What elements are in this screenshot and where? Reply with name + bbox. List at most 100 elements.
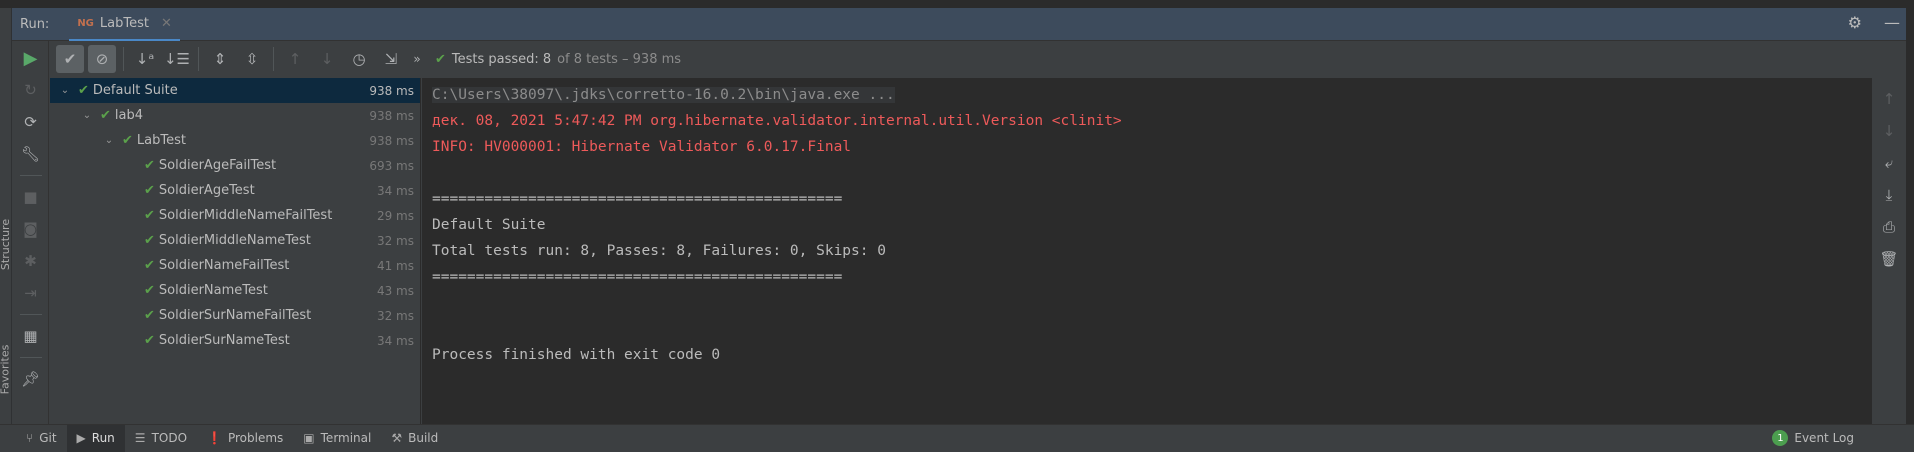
play-icon: ▶ bbox=[76, 431, 86, 445]
passed-count: 8 bbox=[542, 51, 552, 67]
testng-icon: NG bbox=[77, 18, 94, 29]
next-failed-icon[interactable]: ↓ bbox=[313, 45, 341, 73]
layout-icon[interactable]: ▦ bbox=[19, 325, 43, 347]
test-duration: 32 ms bbox=[376, 233, 414, 248]
tool-run[interactable]: ▶ Run bbox=[66, 424, 125, 452]
console-text: C:\Users\38097\.jdks\corretto-16.0.2\bin… bbox=[432, 87, 895, 103]
test-name: SoldierAgeFailTest bbox=[158, 158, 277, 173]
tree-row[interactable]: ⌄ ✔ lab4 938 ms bbox=[50, 103, 420, 128]
run-side-toolbar: ▶ ↻ ⟳ 🔧︎ ■ ◙ ✱ ⇥ ▦ 📌︎ bbox=[13, 41, 49, 424]
run-tab-bar: Run: NG LabTest ✕ bbox=[12, 8, 1906, 42]
favorites-tool-label[interactable]: Favorites bbox=[0, 345, 11, 395]
status-suffix: of 8 tests – 938 ms bbox=[557, 51, 682, 67]
left-tool-strip: Structure Favorites bbox=[0, 8, 12, 424]
collapse-all-icon[interactable]: ⇳ bbox=[238, 45, 266, 73]
test-name: Default Suite bbox=[92, 83, 178, 98]
minimize-icon[interactable]: — bbox=[1884, 13, 1900, 32]
divider bbox=[198, 47, 199, 71]
check-icon: ✔ bbox=[144, 283, 155, 298]
test-duration: 34 ms bbox=[376, 333, 414, 348]
tree-row[interactable]: ✔ SoldierAgeTest 34 ms bbox=[50, 178, 420, 203]
sort-alphabetically-icon[interactable]: ↓ᵃ bbox=[131, 45, 159, 73]
test-name: SoldierMiddleNameTest bbox=[158, 233, 311, 248]
scroll-down-icon[interactable]: ↓ bbox=[1883, 122, 1896, 142]
divider bbox=[19, 314, 42, 315]
chevron-down-icon[interactable]: ⌄ bbox=[80, 110, 94, 121]
show-passed-toggle[interactable]: ✔ bbox=[56, 45, 84, 73]
editor-top-strip bbox=[0, 0, 1914, 8]
tree-row[interactable]: ✔ SoldierNameTest 43 ms bbox=[50, 278, 420, 303]
tool-git[interactable]: ⑂ Git bbox=[16, 425, 67, 452]
tree-row[interactable]: ✔ SoldierNameFailTest 41 ms bbox=[50, 253, 420, 278]
soft-wrap-icon[interactable]: ⤶ bbox=[1885, 154, 1893, 174]
tool-problems[interactable]: ❗ Problems bbox=[197, 425, 293, 452]
toggle-auto-test-icon[interactable]: ⟳ bbox=[19, 111, 43, 133]
show-ignored-toggle[interactable]: ⊘ bbox=[88, 45, 116, 73]
pin-icon[interactable]: 📌︎ bbox=[19, 368, 43, 390]
tab-labtest[interactable]: NG LabTest ✕ bbox=[69, 9, 180, 42]
console-text: дек. 08, 2021 5:47:42 PM org.hibernate.v… bbox=[432, 113, 1122, 129]
console-text: Default Suite bbox=[432, 217, 546, 233]
console-line: Default Suite bbox=[432, 212, 1872, 238]
close-icon[interactable]: ✕ bbox=[161, 16, 172, 31]
check-icon: ✔ bbox=[144, 258, 155, 273]
debug-icon[interactable]: ✱ bbox=[19, 250, 43, 272]
console-text: Total tests run: 8, Passes: 8, Failures:… bbox=[432, 243, 886, 259]
gear-icon[interactable]: ⚙ bbox=[1848, 13, 1862, 32]
rerun-icon[interactable]: ▶ bbox=[19, 47, 43, 69]
stop-icon[interactable]: ■ bbox=[19, 186, 43, 208]
expand-all-icon[interactable]: ⇕ bbox=[206, 45, 234, 73]
check-icon: ✔ bbox=[144, 208, 155, 223]
console-text: INFO: HV000001: Hibernate Validator 6.0.… bbox=[432, 139, 852, 155]
test-duration: 34 ms bbox=[376, 183, 414, 198]
tree-row[interactable]: ✔ SoldierMiddleNameFailTest 29 ms bbox=[50, 203, 420, 228]
chevron-down-icon[interactable]: ⌄ bbox=[102, 135, 116, 146]
previous-failed-icon[interactable]: ↑ bbox=[281, 45, 309, 73]
test-history-icon[interactable]: ◷ bbox=[345, 45, 373, 73]
test-name: SoldierNameFailTest bbox=[158, 258, 290, 273]
rerun-failed-icon[interactable]: ↻ bbox=[19, 79, 43, 101]
test-name: SoldierSurNameFailTest bbox=[158, 308, 312, 323]
tree-row[interactable]: ✔ SoldierMiddleNameTest 32 ms bbox=[50, 228, 420, 253]
console-text: ========================================… bbox=[432, 269, 843, 285]
check-icon: ✔ bbox=[78, 83, 89, 98]
import-tests-icon[interactable]: ⇲ bbox=[377, 45, 405, 73]
list-icon: ☰ bbox=[134, 431, 146, 445]
tab-bar-actions: ⚙ — bbox=[1848, 13, 1900, 32]
sort-by-duration-icon[interactable]: ↓☰ bbox=[163, 45, 191, 73]
exit-icon[interactable]: ⇥ bbox=[19, 282, 43, 304]
camera-icon[interactable]: ◙ bbox=[19, 218, 43, 240]
tree-row[interactable]: ✔ SoldierAgeFailTest 693 ms bbox=[50, 153, 420, 178]
tree-row[interactable]: ⌄ ✔ LabTest 938 ms bbox=[50, 128, 420, 153]
event-log-button[interactable]: 1 Event Log bbox=[1772, 430, 1854, 446]
right-edge bbox=[1906, 0, 1914, 451]
console-output[interactable]: C:\Users\38097\.jdks\corretto-16.0.2\bin… bbox=[422, 78, 1872, 424]
test-name: LabTest bbox=[136, 133, 186, 148]
run-label: Run: bbox=[20, 16, 50, 32]
tree-row[interactable]: ⌄ ✔ Default Suite 938 ms bbox=[50, 78, 420, 103]
test-status: ✔ Tests passed: 8 of 8 tests – 938 ms bbox=[435, 52, 681, 67]
tree-row[interactable]: ✔ SoldierSurNameFailTest 32 ms bbox=[50, 303, 420, 328]
more-icon[interactable]: » bbox=[409, 45, 425, 73]
tool-label: TODO bbox=[151, 431, 188, 445]
event-count-badge: 1 bbox=[1772, 430, 1789, 446]
scroll-to-end-icon[interactable]: ⤓ bbox=[1886, 186, 1893, 206]
console-line: Process finished with exit code 0 bbox=[432, 342, 1872, 368]
console-text: Process finished with exit code 0 bbox=[432, 347, 721, 363]
test-results-tree: ⌄ ✔ Default Suite 938 ms ⌄ ✔ lab4 938 ms ⌄ ✔ LabTe… bbox=[50, 78, 421, 424]
print-icon[interactable]: ⎙ bbox=[1883, 218, 1895, 238]
chevron-down-icon[interactable]: ⌄ bbox=[58, 85, 72, 96]
status-prefix: Tests passed: bbox=[451, 51, 539, 67]
tool-todo[interactable]: ☰ TODO bbox=[125, 425, 197, 452]
structure-tool-label[interactable]: Structure bbox=[0, 219, 12, 270]
git-icon: ⑂ bbox=[26, 431, 34, 445]
tab-label: LabTest bbox=[99, 16, 149, 31]
tool-build[interactable]: ⚒ Build bbox=[381, 425, 448, 452]
tree-row[interactable]: ✔ SoldierSurNameTest 34 ms bbox=[50, 328, 420, 353]
scroll-up-icon[interactable]: ↑ bbox=[1883, 90, 1896, 110]
test-duration: 938 ms bbox=[369, 133, 414, 148]
tool-terminal[interactable]: ▣ Terminal bbox=[293, 425, 381, 452]
trash-icon[interactable]: 🗑︎ bbox=[1879, 250, 1898, 270]
wrench-icon[interactable]: 🔧︎ bbox=[19, 143, 43, 165]
